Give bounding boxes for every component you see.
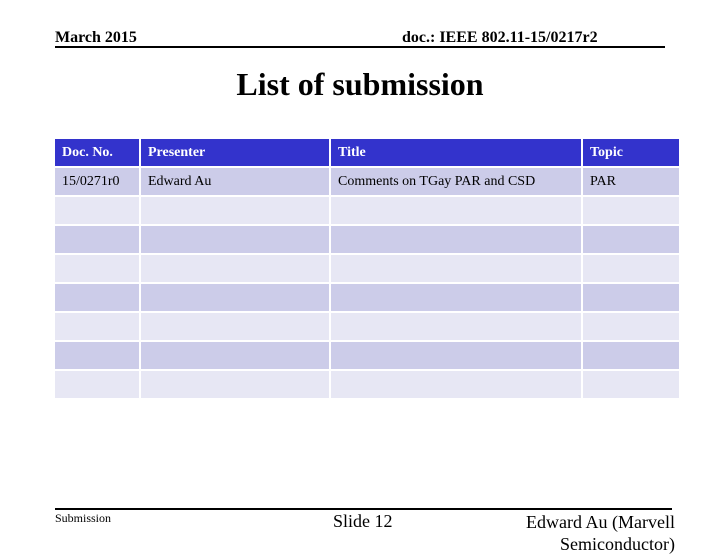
cell-title <box>331 197 581 224</box>
cell-doc-no <box>55 313 139 340</box>
cell-topic <box>583 226 679 253</box>
cell-topic <box>583 313 679 340</box>
footer-author: Edward Au (Marvell Semiconductor) <box>526 512 675 554</box>
cell-presenter <box>141 284 329 311</box>
slide-number: Slide 12 <box>333 511 393 531</box>
table-row <box>55 371 679 398</box>
column-header-doc-no: Doc. No. <box>55 139 139 166</box>
cell-doc-no <box>55 371 139 398</box>
footer-label: Submission <box>55 511 112 525</box>
table-row <box>55 313 679 340</box>
submission-table: Doc. No. Presenter Title Topic 15/0271r0… <box>53 137 681 400</box>
cell-doc-no <box>55 197 139 224</box>
cell-doc-no <box>55 342 139 369</box>
header-date: March 2015 <box>55 29 137 46</box>
cell-presenter <box>141 255 329 282</box>
cell-presenter <box>141 226 329 253</box>
cell-presenter <box>141 371 329 398</box>
cell-title <box>331 284 581 311</box>
cell-doc-no <box>55 284 139 311</box>
slide-title: List of submission <box>236 66 484 102</box>
table-header-row: Doc. No. Presenter Title Topic <box>55 139 679 166</box>
cell-presenter <box>141 342 329 369</box>
cell-topic: PAR <box>583 168 679 195</box>
cell-presenter: Edward Au <box>141 168 329 195</box>
column-header-topic: Topic <box>583 139 679 166</box>
table-row <box>55 284 679 311</box>
header-doc-id: doc.: IEEE 802.11-15/0217r2 <box>402 29 598 46</box>
cell-topic <box>583 255 679 282</box>
column-header-presenter: Presenter <box>141 139 329 166</box>
cell-title <box>331 371 581 398</box>
cell-presenter <box>141 197 329 224</box>
column-header-title: Title <box>331 139 581 166</box>
table-row: 15/0271r0 Edward Au Comments on TGay PAR… <box>55 168 679 195</box>
cell-doc-no <box>55 226 139 253</box>
cell-presenter <box>141 313 329 340</box>
table-row <box>55 197 679 224</box>
cell-doc-no <box>55 255 139 282</box>
cell-title <box>331 313 581 340</box>
table-row <box>55 342 679 369</box>
cell-topic <box>583 371 679 398</box>
header-divider <box>55 46 665 48</box>
cell-title <box>331 255 581 282</box>
cell-topic <box>583 284 679 311</box>
cell-topic <box>583 342 679 369</box>
cell-doc-no: 15/0271r0 <box>55 168 139 195</box>
cell-title <box>331 226 581 253</box>
cell-title: Comments on TGay PAR and CSD <box>331 168 581 195</box>
cell-topic <box>583 197 679 224</box>
footer-divider <box>55 508 672 510</box>
table-row <box>55 226 679 253</box>
cell-title <box>331 342 581 369</box>
table-row <box>55 255 679 282</box>
